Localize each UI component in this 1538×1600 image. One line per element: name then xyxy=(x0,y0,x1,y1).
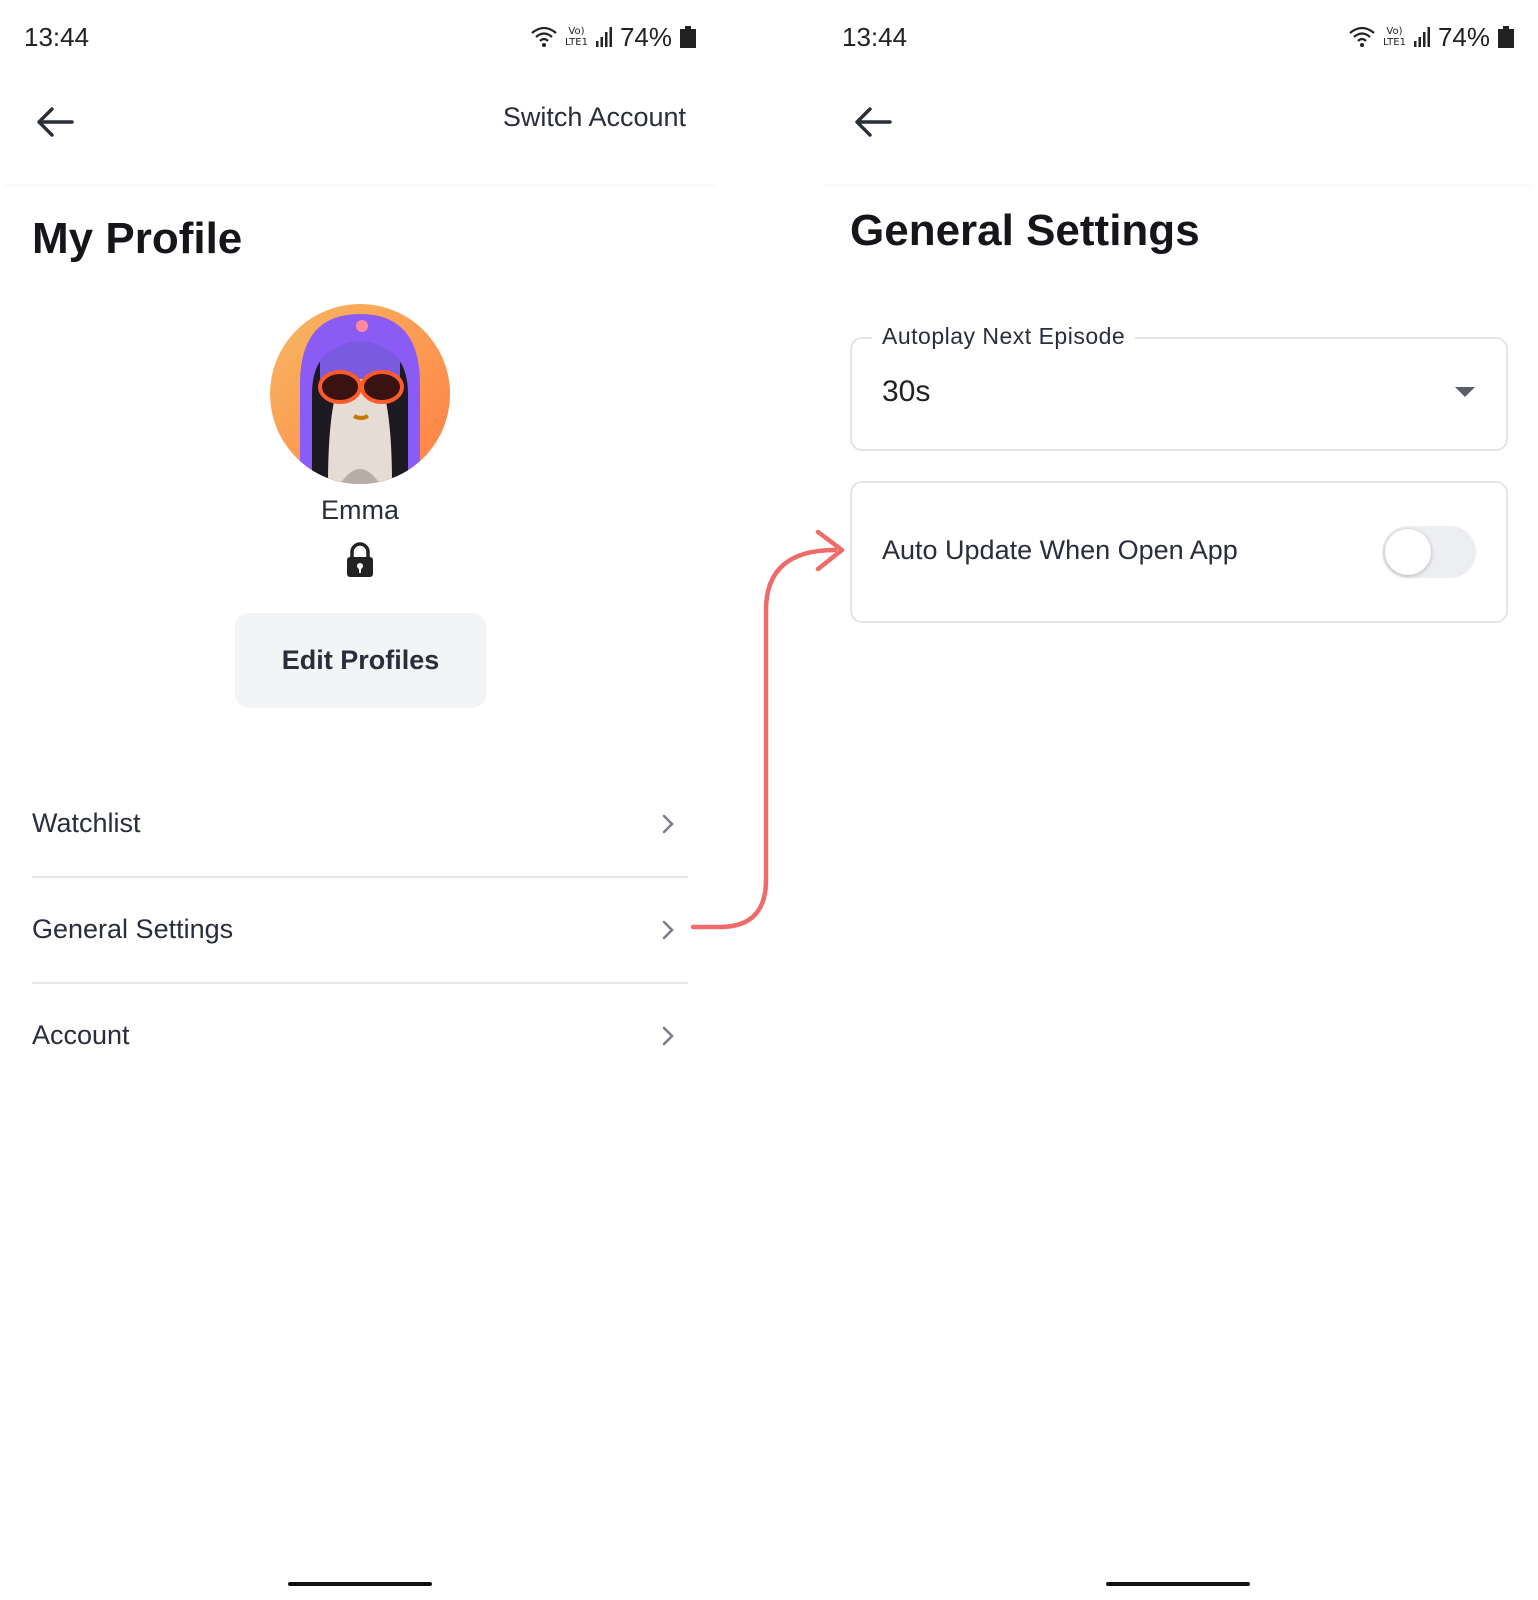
page-title: General Settings xyxy=(850,206,1200,255)
menu-item-watchlist[interactable]: Watchlist xyxy=(32,772,688,878)
auto-update-label: Auto Update When Open App xyxy=(882,535,1238,565)
home-indicator[interactable] xyxy=(288,1582,432,1586)
status-time: 13:44 xyxy=(24,22,90,52)
battery-percent: 74% xyxy=(1437,21,1490,52)
autoplay-legend: Autoplay Next Episode xyxy=(872,323,1136,350)
page-title: My Profile xyxy=(32,214,243,263)
status-icons: Vo) LTE1 74% xyxy=(531,20,696,54)
auto-update-card: Auto Update When Open App xyxy=(850,481,1508,623)
menu-item-label: Account xyxy=(32,1020,130,1050)
dropdown-triangle-icon xyxy=(1454,385,1476,399)
back-arrow-icon[interactable] xyxy=(34,100,78,144)
back-arrow-icon[interactable] xyxy=(852,100,896,144)
toggle-knob xyxy=(1385,529,1431,575)
wifi-icon xyxy=(531,26,557,48)
status-bar: 13:44 Vo) LTE1 74% xyxy=(0,0,720,78)
auto-update-toggle[interactable] xyxy=(1382,526,1476,578)
app-bar: Switch Account xyxy=(0,78,720,184)
edit-profiles-button[interactable]: Edit Profiles xyxy=(235,613,486,708)
chevron-right-icon xyxy=(658,812,678,836)
menu-item-label: General Settings xyxy=(32,914,234,944)
menu-item-general-settings[interactable]: General Settings xyxy=(32,878,688,984)
chevron-right-icon xyxy=(658,1024,678,1048)
volte-lte-icon: Vo) LTE1 xyxy=(1382,26,1406,48)
status-icons: Vo) LTE1 74% xyxy=(1349,20,1514,54)
general-settings-screen: 13:44 Vo) LTE1 74% General Settings Autop… xyxy=(818,0,1538,1600)
autoplay-next-episode-select[interactable]: Autoplay Next Episode 30s xyxy=(850,323,1508,451)
status-time: 13:44 xyxy=(842,22,908,52)
avatar-icon xyxy=(270,304,450,484)
volte-lte-icon: Vo) LTE1 xyxy=(564,26,588,48)
battery-icon xyxy=(1498,26,1514,48)
chevron-right-icon xyxy=(658,918,678,942)
app-bar xyxy=(818,78,1538,184)
menu-item-label: Watchlist xyxy=(32,808,141,838)
lock-icon xyxy=(343,542,377,578)
status-bar: 13:44 Vo) LTE1 74% xyxy=(818,0,1538,78)
my-profile-screen: 13:44 Vo) LTE1 74% Switch Account My Prof… xyxy=(0,0,720,1600)
signal-icon xyxy=(595,27,612,47)
menu-item-account[interactable]: Account xyxy=(32,984,688,1088)
profile-name: Emma xyxy=(320,495,399,525)
signal-icon xyxy=(1413,27,1430,47)
switch-account-button[interactable]: Switch Account xyxy=(503,102,686,133)
autoplay-value: 30s xyxy=(882,375,931,408)
battery-percent: 74% xyxy=(619,21,672,52)
profile-menu: Watchlist General Settings Account xyxy=(32,772,688,1088)
home-indicator[interactable] xyxy=(1106,1582,1250,1586)
battery-icon xyxy=(680,26,696,48)
avatar[interactable] xyxy=(270,304,450,484)
wifi-icon xyxy=(1349,26,1375,48)
